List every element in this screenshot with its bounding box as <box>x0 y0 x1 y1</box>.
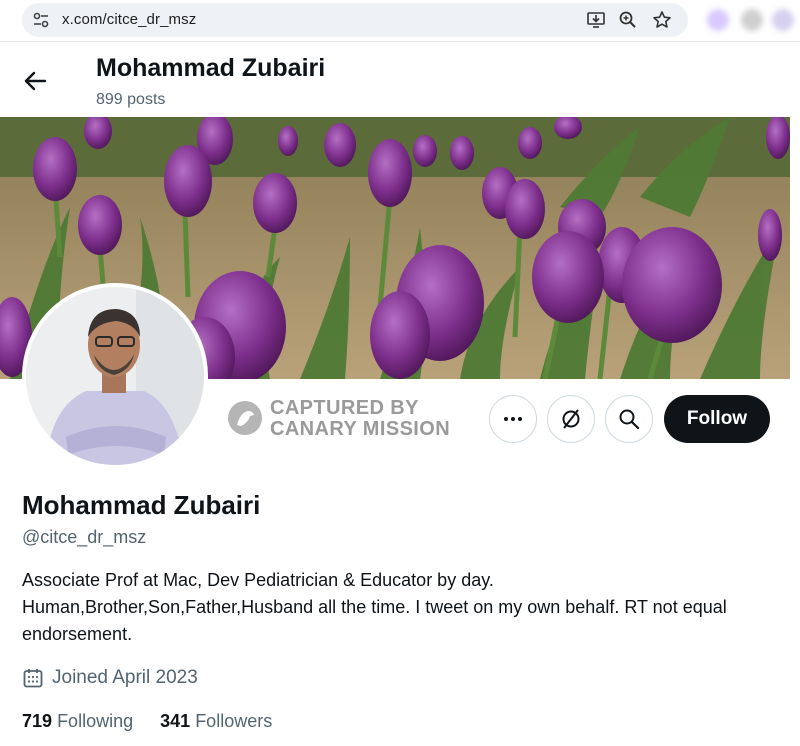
joined-date: Joined April 2023 <box>52 667 198 688</box>
browser-toolbar: x.com/citce_dr_msz <box>0 0 800 42</box>
followers-count: 341 <box>160 711 191 731</box>
search-icon <box>619 409 640 430</box>
extension-icon[interactable] <box>707 9 729 31</box>
site-info-icon[interactable] <box>32 11 50 29</box>
followers-label: Followers <box>195 711 273 731</box>
calendar-icon <box>23 669 43 688</box>
followers-link[interactable]: 341 Followers <box>160 711 272 732</box>
url-text[interactable]: x.com/citce_dr_msz <box>62 11 196 28</box>
following-label: Following <box>57 711 134 731</box>
watermark-stamp: CAPTURED BY CANARY MISSION <box>228 397 458 441</box>
header-profile-name: Mohammad Zubairi <box>96 54 326 82</box>
grok-button[interactable] <box>547 395 595 443</box>
profile-display-name: Mohammad Zubairi <box>22 490 261 520</box>
post-count: 899 posts <box>96 91 166 108</box>
back-arrow-icon[interactable] <box>22 68 48 94</box>
follow-button[interactable]: Follow <box>664 395 770 443</box>
bookmark-star-icon[interactable] <box>652 10 672 30</box>
watermark-line1: CAPTURED BY <box>270 397 419 419</box>
profile-avatar[interactable] <box>22 283 208 469</box>
install-app-icon[interactable] <box>586 10 606 30</box>
following-count: 719 <box>22 711 53 731</box>
profile-icon[interactable] <box>772 9 794 31</box>
extension-icon[interactable] <box>741 9 763 31</box>
profile-bio: Associate Prof at Mac, Dev Pediatrician … <box>22 570 727 644</box>
more-button[interactable] <box>489 395 537 443</box>
grok-icon <box>562 409 580 429</box>
watermark-line2: CANARY MISSION <box>270 418 451 440</box>
follow-stats: 719 Following 341 Followers <box>22 711 272 732</box>
search-button[interactable] <box>605 395 653 443</box>
address-bar[interactable]: x.com/citce_dr_msz <box>22 3 688 37</box>
zoom-icon[interactable] <box>618 10 638 30</box>
following-link[interactable]: 719 Following <box>22 711 133 732</box>
profile-handle: @citce_dr_msz <box>22 527 147 547</box>
more-icon <box>504 417 522 421</box>
canary-bird-logo <box>228 401 262 435</box>
